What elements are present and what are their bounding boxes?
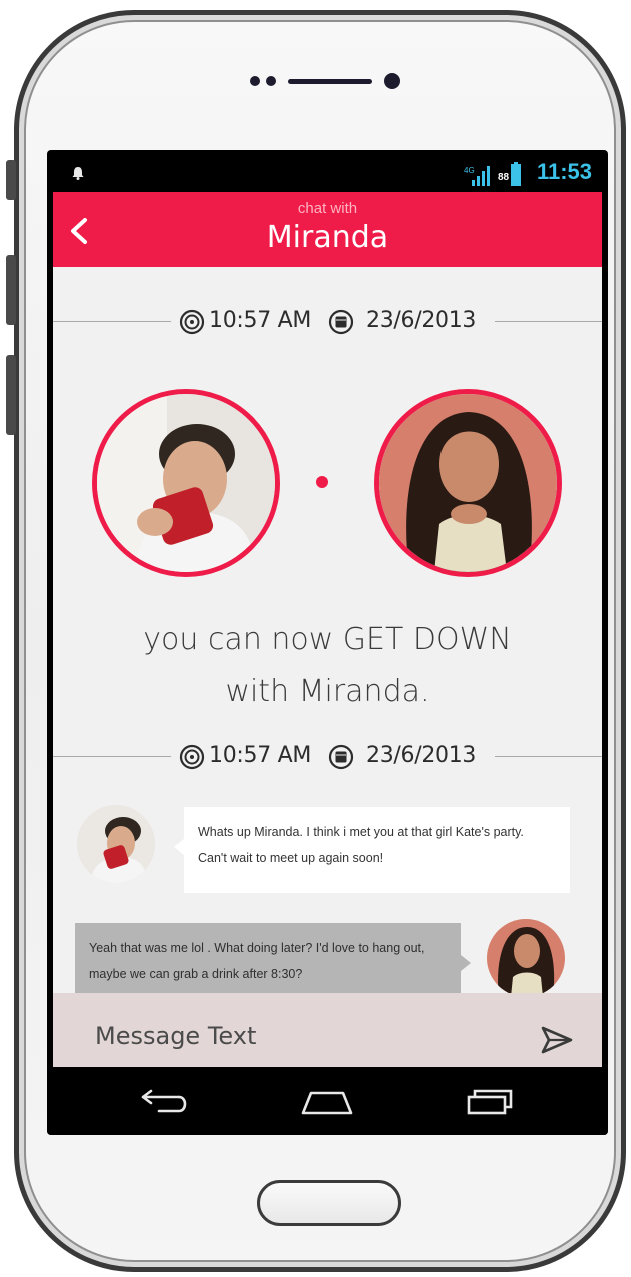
user-avatar-large[interactable] — [92, 389, 280, 577]
divider-line — [53, 756, 171, 757]
header-title: Miranda — [266, 220, 389, 255]
divider-line — [53, 321, 171, 322]
nav-home-icon[interactable] — [297, 1085, 357, 1119]
phone-volume-up — [6, 255, 16, 325]
match-date: 23/6/2013 — [366, 308, 477, 333]
user-photo-small — [77, 805, 155, 883]
battery-icon: 88 — [498, 162, 521, 186]
match-connector-dot — [316, 476, 328, 488]
notification-bell-icon — [72, 167, 84, 180]
miranda-photo — [379, 394, 557, 572]
calendar-icon — [328, 744, 354, 770]
message-bubble-incoming[interactable]: Whats up Miranda. I think i met you at t… — [174, 807, 570, 893]
status-time: 11:53 — [536, 159, 592, 184]
signal-icon: 4G — [464, 166, 490, 186]
user-photo — [97, 394, 275, 572]
front-camera-dot — [250, 76, 260, 86]
chat-timestamp-row: 10:57 AM 23/6/2013 — [53, 742, 602, 772]
clock-icon — [179, 744, 205, 770]
phone-volume-down — [6, 355, 16, 435]
match-avatar-large[interactable] — [374, 389, 562, 577]
battery-level-label: 88 — [498, 172, 510, 183]
clock-icon — [179, 309, 205, 335]
hardware-home-button[interactable] — [257, 1180, 401, 1226]
nav-recents-icon[interactable] — [461, 1085, 521, 1119]
calendar-icon — [328, 309, 354, 335]
android-nav-bar — [47, 1067, 608, 1135]
network-type-label: 4G — [464, 166, 475, 175]
divider-line — [495, 756, 602, 757]
nav-back-icon[interactable] — [131, 1085, 191, 1119]
match-message: you can now GET DOWN with Miranda. — [53, 614, 602, 718]
match-timestamp-row: 10:57 AM 23/6/2013 — [53, 307, 602, 337]
header-subtitle: chat with — [297, 200, 358, 217]
proximity-sensor — [384, 73, 400, 89]
match-time: 10:57 AM — [209, 308, 312, 333]
sensor-dot — [266, 76, 276, 86]
message-input[interactable] — [95, 1019, 515, 1053]
match-message-line1: you can now GET DOWN — [143, 622, 512, 657]
phone-screen: 4G 88 11:53 chat with Miranda 10:57 AM 2… — [47, 150, 608, 1135]
message-composer — [53, 993, 602, 1067]
chat-time: 10:57 AM — [209, 743, 312, 768]
chat-content[interactable]: 10:57 AM 23/6/2013 you can now GET DOWN … — [53, 267, 602, 1067]
earpiece-speaker — [288, 79, 372, 84]
divider-line — [495, 321, 602, 322]
match-message-line2: with Miranda. — [225, 674, 430, 709]
chat-date: 23/6/2013 — [366, 743, 477, 768]
miranda-avatar-small[interactable] — [487, 919, 565, 997]
miranda-photo-small — [487, 919, 565, 997]
app-header: chat with Miranda — [53, 192, 602, 267]
send-icon[interactable] — [540, 1023, 574, 1057]
phone-side-button — [6, 160, 16, 200]
user-avatar-small[interactable] — [77, 805, 155, 883]
status-bar: 4G 88 11:53 — [53, 154, 602, 192]
